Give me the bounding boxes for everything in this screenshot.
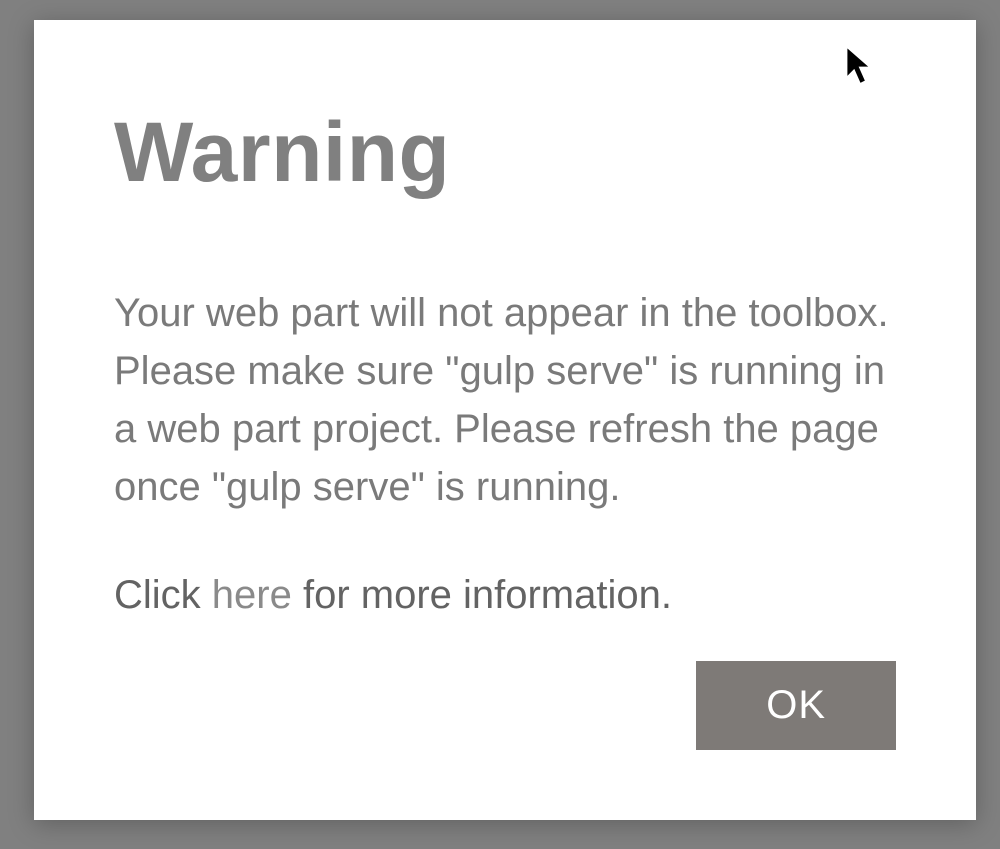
ok-button[interactable]: OK: [696, 661, 896, 750]
dialog-info-text: Click here for more information.: [114, 566, 896, 624]
dialog-body-text: Your web part will not appear in the too…: [114, 284, 896, 516]
dialog-footer: OK: [696, 661, 896, 750]
dialog-title: Warning: [114, 110, 896, 194]
warning-dialog: Warning Your web part will not appear in…: [34, 20, 976, 820]
info-prefix: Click: [114, 573, 212, 617]
more-info-link[interactable]: here: [212, 573, 292, 617]
info-suffix: for more information.: [292, 573, 672, 617]
